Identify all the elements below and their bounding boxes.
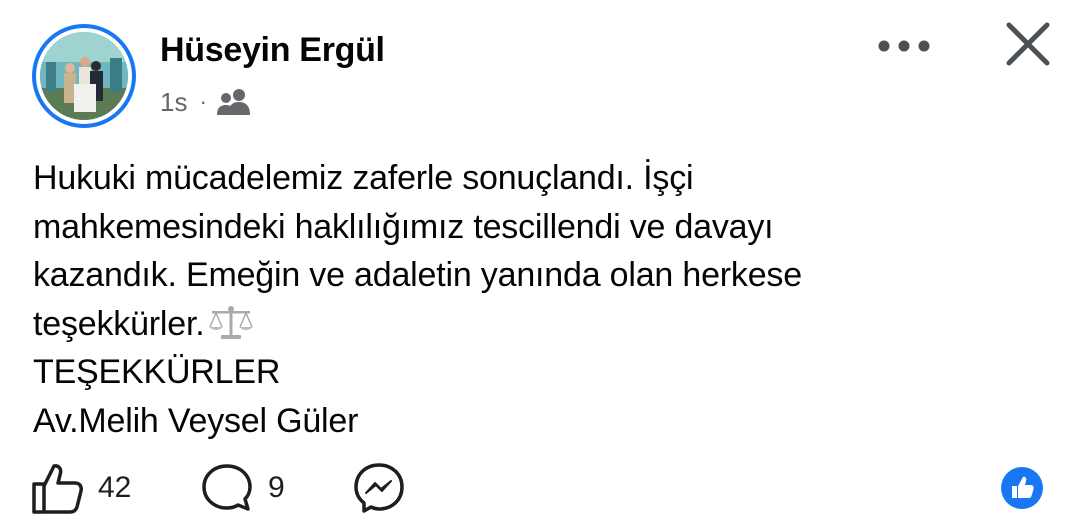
like-button[interactable]: 42 — [30, 455, 131, 521]
post-timestamp[interactable]: 1s — [160, 87, 187, 118]
comment-button[interactable]: 9 — [200, 455, 285, 521]
close-button[interactable] — [996, 12, 1060, 76]
more-options-button[interactable] — [872, 26, 936, 66]
post-action-bar: 42 9 — [0, 455, 1080, 521]
comment-bubble-icon — [202, 464, 252, 511]
meta-separator: · — [199, 89, 207, 114]
post-text: Hukuki mücadelemiz zaferle sonuçlandı. İ… — [33, 154, 1043, 445]
post-text-line: mahkemesindeki haklılığımız tescillendi … — [33, 207, 774, 246]
comment-count: 9 — [268, 471, 285, 504]
like-reaction-icon[interactable] — [1000, 466, 1044, 510]
post-text-line: TEŞEKKÜRLER — [33, 353, 281, 391]
post-text-line: kazandık. Emeğin ve adaletin yanında ola… — [33, 256, 802, 294]
more-horizontal-icon — [878, 40, 930, 52]
friends-icon[interactable] — [216, 87, 251, 117]
close-icon — [1006, 22, 1050, 66]
like-count: 42 — [98, 471, 132, 504]
post-text-line-content: teşekkürler. — [33, 304, 205, 343]
author-avatar[interactable] — [32, 24, 136, 128]
avatar-photo — [40, 32, 128, 120]
thumbs-up-icon — [32, 464, 83, 514]
balance-scale-emoji — [208, 305, 254, 341]
post-text-line: Hukuki mücadelemiz zaferle sonuçlandı. İ… — [33, 159, 694, 197]
author-name[interactable]: Hüseyin Ergül — [160, 28, 385, 72]
post-text-line: Av.Melih Veysel Güler — [33, 401, 359, 440]
post-text-line: teşekkürler. — [33, 300, 1043, 349]
messenger-share-button[interactable] — [352, 455, 406, 521]
messenger-icon — [354, 463, 404, 513]
post-meta: 1s · — [160, 84, 251, 120]
